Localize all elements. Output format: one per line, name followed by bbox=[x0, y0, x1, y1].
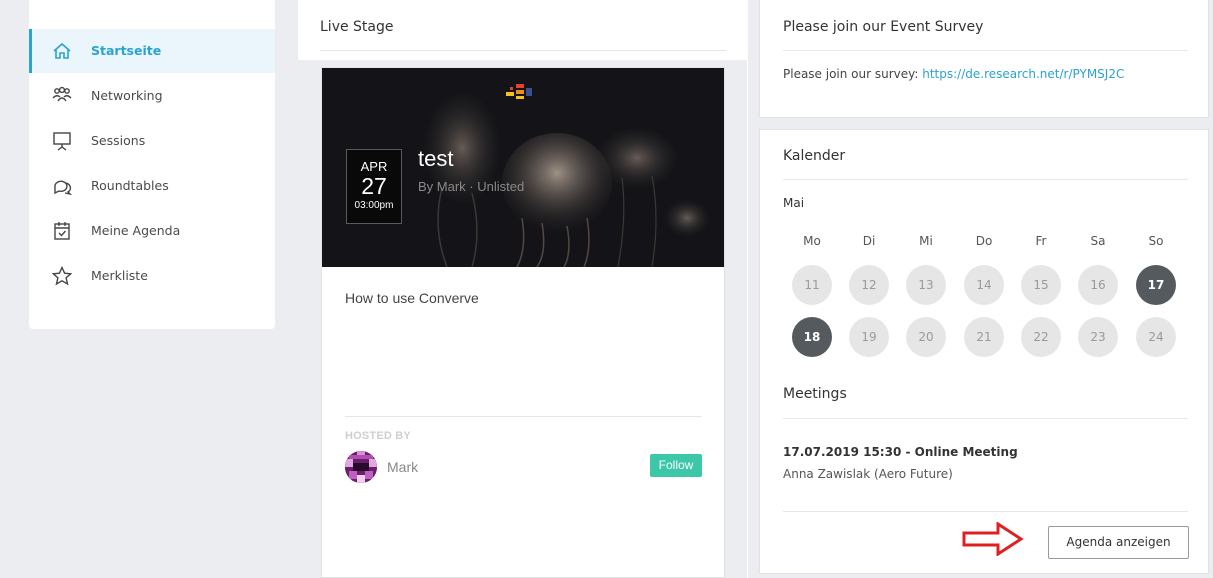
session-day: 27 bbox=[361, 173, 387, 199]
card-divider bbox=[345, 416, 702, 417]
sidebar-item-label: Sessions bbox=[91, 133, 146, 148]
calendar-check-icon bbox=[51, 220, 73, 242]
host-avatar[interactable] bbox=[345, 451, 377, 483]
calendar-day[interactable]: 20 bbox=[906, 317, 946, 357]
calendar-day[interactable]: 16 bbox=[1078, 265, 1118, 305]
session-hero-image[interactable]: APR 27 03:00pm test By Mark · Unlisted bbox=[322, 68, 724, 267]
calendar-day[interactable]: 15 bbox=[1021, 265, 1061, 305]
calendar-day[interactable]: 19 bbox=[849, 317, 889, 357]
session-subtitle: By Mark · Unlisted bbox=[418, 179, 525, 194]
calendar-day-highlighted[interactable]: 17 bbox=[1136, 265, 1176, 305]
sidebar-item-startseite[interactable]: Startseite bbox=[29, 29, 275, 73]
weekday-label: Sa bbox=[1090, 234, 1106, 248]
presentation-icon bbox=[51, 130, 73, 152]
live-stage-column: Live Stage APR 27 03:00pm test By Mark ·… bbox=[298, 0, 747, 578]
calendar-panel: Kalender Mai Mo Di Mi Do Fr Sa So 11 12 … bbox=[759, 129, 1209, 574]
calendar-title: Kalender bbox=[783, 148, 846, 164]
survey-divider bbox=[783, 50, 1188, 51]
follow-button[interactable]: Follow bbox=[650, 454, 702, 477]
weekday-label: Di bbox=[862, 234, 876, 248]
sidebar-item-sessions[interactable]: Sessions bbox=[29, 119, 275, 163]
survey-title: Please join our Event Survey bbox=[783, 19, 984, 35]
session-month: APR bbox=[360, 159, 388, 174]
host-name[interactable]: Mark bbox=[387, 459, 418, 475]
meetings-divider bbox=[783, 418, 1188, 419]
sidebar-item-label: Startseite bbox=[91, 43, 162, 58]
agenda-anzeigen-button[interactable]: Agenda anzeigen bbox=[1048, 526, 1189, 559]
meeting-subtitle: Anna Zawislak (Aero Future) bbox=[783, 467, 953, 481]
survey-panel: Please join our Event Survey Please join… bbox=[759, 0, 1209, 118]
calendar-day[interactable]: 14 bbox=[964, 265, 1004, 305]
calendar-day[interactable]: 23 bbox=[1078, 317, 1118, 357]
weekday-label: So bbox=[1148, 234, 1164, 248]
sidebar-item-label: Roundtables bbox=[91, 178, 169, 193]
session-time: 03:00pm bbox=[354, 200, 394, 211]
sidebar-item-networking[interactable]: Networking bbox=[29, 74, 275, 118]
live-stage-title: Live Stage bbox=[320, 19, 394, 35]
sidebar-item-label: Networking bbox=[91, 88, 163, 103]
calendar-day[interactable]: 13 bbox=[906, 265, 946, 305]
weekday-label: Mi bbox=[919, 234, 933, 248]
people-icon bbox=[51, 85, 73, 107]
session-title[interactable]: test bbox=[418, 146, 453, 172]
sidebar-item-meine-agenda[interactable]: Meine Agenda bbox=[29, 209, 275, 253]
chat-bubbles-icon bbox=[51, 175, 73, 197]
annotation-arrow-icon bbox=[962, 521, 1024, 557]
meetings-title: Meetings bbox=[783, 386, 847, 402]
sidebar-item-merkliste[interactable]: Merkliste bbox=[29, 254, 275, 298]
survey-text: Please join our survey: https://de.resea… bbox=[783, 67, 1124, 81]
meeting-title[interactable]: 17.07.2019 15:30 - Online Meeting bbox=[783, 445, 1018, 459]
weekday-label: Do bbox=[975, 234, 993, 248]
weekday-label: Mo bbox=[803, 234, 821, 248]
session-date-badge: APR 27 03:00pm bbox=[346, 149, 402, 224]
calendar-day[interactable]: 22 bbox=[1021, 317, 1061, 357]
survey-text-prefix: Please join our survey: bbox=[783, 67, 923, 81]
calendar-day[interactable]: 12 bbox=[849, 265, 889, 305]
sidebar-item-roundtables[interactable]: Roundtables bbox=[29, 164, 275, 208]
home-icon bbox=[51, 40, 73, 62]
calendar-day-highlighted[interactable]: 18 bbox=[792, 317, 832, 357]
right-column: Please join our Event Survey Please join… bbox=[748, 0, 1213, 578]
hosted-by-label: HOSTED BY bbox=[345, 430, 411, 442]
live-stage-header: Live Stage bbox=[298, 0, 747, 60]
calendar-day[interactable]: 11 bbox=[792, 265, 832, 305]
star-icon bbox=[51, 265, 73, 287]
calendar-month: Mai bbox=[783, 196, 805, 210]
calendar-day[interactable]: 21 bbox=[964, 317, 1004, 357]
survey-link[interactable]: https://de.research.net/r/PYMSJ2C bbox=[922, 67, 1124, 81]
sidebar-nav: Startseite Networking Sessions Roundtabl… bbox=[29, 0, 275, 329]
calendar-divider bbox=[783, 179, 1188, 180]
session-description: How to use Converve bbox=[345, 290, 479, 306]
session-card[interactable]: APR 27 03:00pm test By Mark · Unlisted H… bbox=[321, 67, 725, 578]
calendar-day[interactable]: 24 bbox=[1136, 317, 1176, 357]
sidebar-item-label: Meine Agenda bbox=[91, 223, 181, 238]
sidebar-item-label: Merkliste bbox=[91, 268, 148, 283]
weekday-label: Fr bbox=[1035, 234, 1047, 248]
meetings-bottom-divider bbox=[783, 511, 1188, 512]
converve-logo-icon bbox=[504, 80, 540, 100]
